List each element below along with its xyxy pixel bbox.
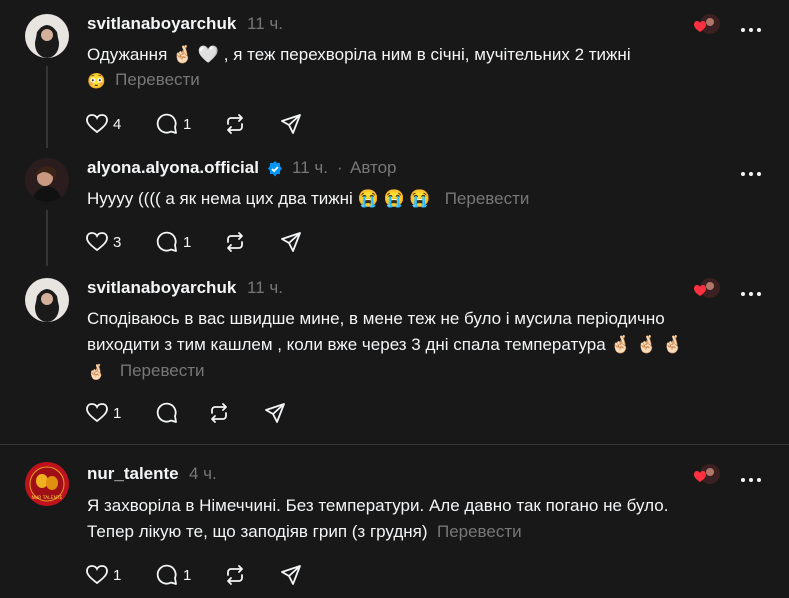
like-button[interactable]: 1 [85,401,121,425]
like-button[interactable]: 3 [85,230,121,254]
repost-icon [227,114,243,134]
more-options-icon[interactable] [740,20,762,32]
repost-button[interactable] [223,112,247,136]
svg-text:NUR TALENTE: NUR TALENTE [31,495,62,501]
username[interactable]: svitlanaboyarchuk [87,278,236,298]
repost-icon [211,403,227,423]
more-options-icon[interactable] [740,284,762,296]
repost-button[interactable] [223,563,247,587]
liked-by-author-icon [692,276,720,300]
separator: · [337,158,343,177]
reply-button[interactable]: 1 [155,230,191,254]
translate-link[interactable]: Перевести [445,189,530,208]
reply-button[interactable] [155,401,179,425]
username[interactable]: alyona.alyona.official [87,158,259,178]
avatar[interactable] [25,14,69,58]
liked-by-author-icon [692,462,720,486]
avatar[interactable]: NUR TALENTE [25,462,69,506]
thread-line [46,66,48,148]
avatar[interactable] [25,278,69,322]
author-badge: Автор [350,158,397,177]
username[interactable]: svitlanaboyarchuk [87,14,236,34]
repost-icon [227,565,243,585]
like-count: 1 [113,404,122,422]
comment-icon [156,113,177,134]
comment-icon [156,402,177,423]
comment-text-line3: 🤞🏻 Перевести [87,358,205,386]
reply-count: 1 [183,233,192,251]
send-icon [281,232,301,252]
reply-button[interactable]: 1 [155,563,191,587]
emoji: 😳 [87,73,106,90]
like-count: 4 [113,115,122,133]
comment-text: Я захворіла в Німеччині. Без температури… [87,496,669,515]
translate-link[interactable]: Перевести [115,70,200,89]
share-button[interactable] [279,230,303,254]
timestamp[interactable]: 11 ч. [292,158,328,178]
comment-text: Одужання 🤞🏻 🤍 , я теж перехворіла ним в … [87,45,631,64]
avatar[interactable] [25,158,69,202]
repost-icon [227,232,243,252]
like-button[interactable]: 1 [85,563,121,587]
divider [0,444,789,445]
like-count: 3 [113,233,122,251]
translate-link[interactable]: Перевести [437,522,522,541]
share-button[interactable] [279,563,303,587]
share-button[interactable] [279,112,303,136]
send-icon [281,565,301,585]
username[interactable]: nur_talente [87,464,179,484]
verified-icon [266,160,284,183]
comment-icon [156,231,177,252]
comment-text: Сподіваюсь в вас швидше мине, в мене теж… [87,309,665,328]
like-count: 1 [113,566,122,584]
heart-icon [86,232,108,252]
send-icon [265,403,285,423]
comment-text-line2: виходити з тим кашлем , коли вже через 3… [87,335,684,354]
translate-link[interactable]: Перевести [120,361,205,380]
reply-count: 1 [183,115,192,133]
reply-count: 1 [183,566,192,584]
reply-button[interactable]: 1 [155,112,191,136]
emoji: 🤞🏻 [87,364,106,381]
more-options-icon[interactable] [740,164,762,176]
heart-icon [86,114,108,134]
more-options-icon[interactable] [740,470,762,482]
send-icon [281,114,301,134]
timestamp[interactable]: 11 ч. [247,14,283,34]
heart-icon [86,403,108,423]
comment-text-line2: 😳 Перевести [87,67,200,95]
repost-button[interactable] [207,401,231,425]
repost-button[interactable] [223,230,247,254]
comment-text: Нуууу (((( а як нема цих два тижні 😭 😭 😭… [87,189,530,208]
timestamp[interactable]: 11 ч. [247,278,283,298]
comment-text-line2: Тепер лікую те, що заподіяв грип (з груд… [87,522,522,541]
heart-icon [86,565,108,585]
timestamp[interactable]: 4 ч. [189,464,217,484]
share-button[interactable] [263,401,287,425]
like-button[interactable]: 4 [85,112,121,136]
thread-line [46,210,48,266]
liked-by-author-icon [692,12,720,36]
comment-icon [156,564,177,585]
